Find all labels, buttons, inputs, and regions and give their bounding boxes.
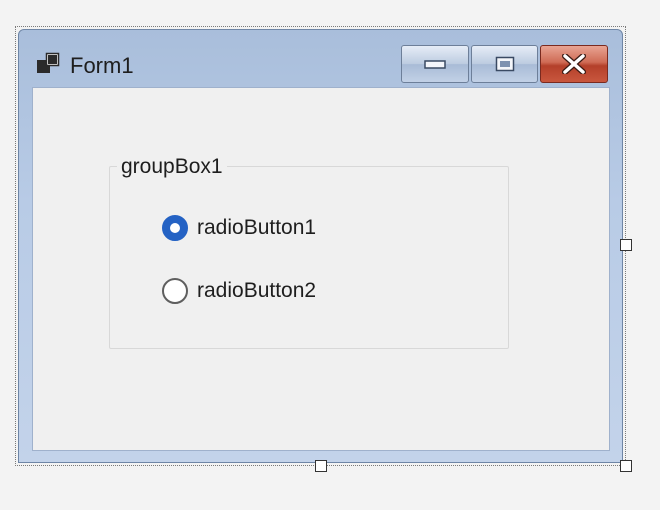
form-icon [37,52,63,74]
radio-checked-icon[interactable] [162,215,188,241]
maximize-icon [495,56,514,72]
title-bar[interactable]: Form1 [19,30,622,87]
minimize-icon [424,60,446,69]
window-title: Form1 [70,53,134,78]
form-window[interactable]: Form1 groupBox1 radioButton1 radioButton… [18,29,623,463]
group-box-title: groupBox1 [117,155,227,179]
close-icon [562,54,586,74]
form-designer-surface: Form1 groupBox1 radioButton1 radioButton… [0,0,660,510]
radio-unchecked-icon[interactable] [162,278,188,304]
radio-button-2-label: radioButton2 [197,279,317,302]
maximize-button[interactable] [471,45,538,83]
radio-button-2[interactable]: radioButton2 [162,276,316,306]
resize-handle-right[interactable] [620,239,632,251]
group-box: groupBox1 radioButton1 radioButton2 [109,155,509,349]
minimize-button[interactable] [401,45,469,83]
form-client-area: groupBox1 radioButton1 radioButton2 [32,87,610,451]
close-button[interactable] [540,45,608,83]
resize-handle-bottom-right[interactable] [620,460,632,472]
radio-button-1[interactable]: radioButton1 [162,213,316,243]
resize-handle-bottom[interactable] [315,460,327,472]
radio-button-1-label: radioButton1 [197,216,317,239]
